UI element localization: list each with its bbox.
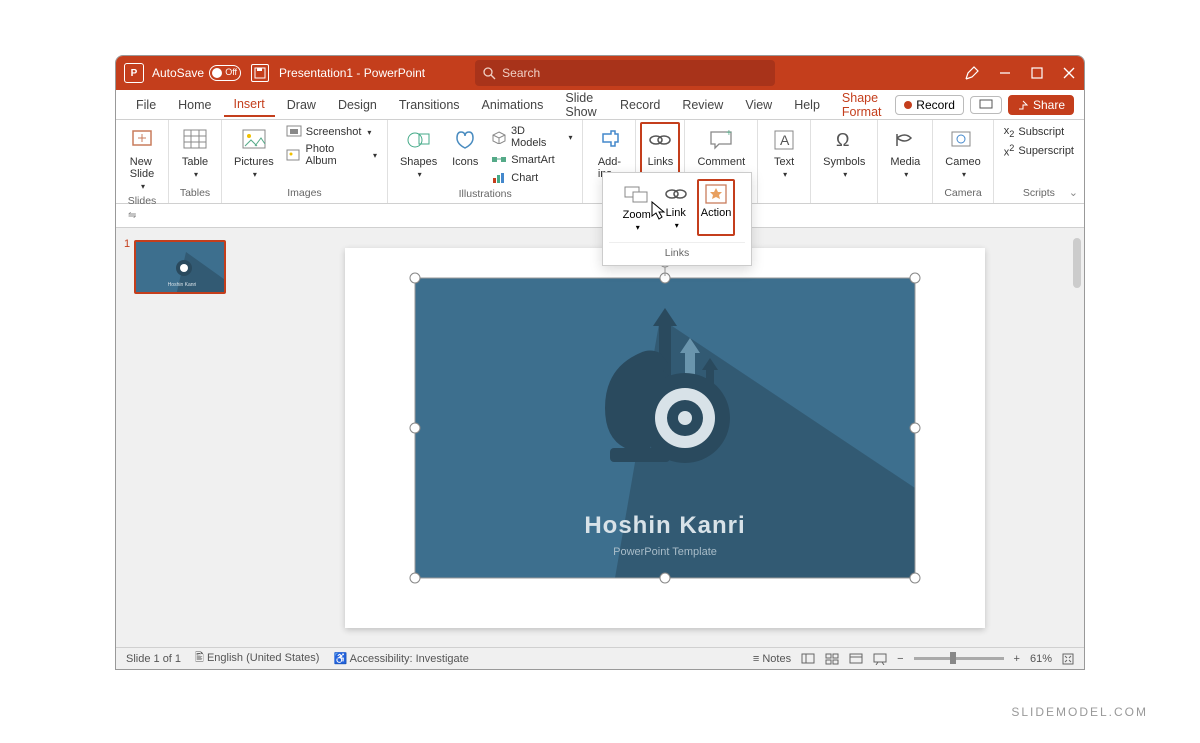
zoom-level[interactable]: 61%: [1030, 653, 1052, 665]
ribbon-collapse-button[interactable]: ⌄: [1069, 186, 1078, 199]
status-bar: Slide 1 of 1 🖺 English (United States) ♿…: [116, 647, 1084, 669]
normal-view-button[interactable]: [801, 653, 815, 665]
tab-draw[interactable]: Draw: [277, 94, 326, 116]
tab-transitions[interactable]: Transitions: [389, 94, 470, 116]
group-text: A Text▾: [758, 120, 811, 203]
zoom-slider[interactable]: [914, 657, 1004, 660]
svg-text:+: +: [726, 128, 732, 139]
zoom-out-button[interactable]: −: [897, 653, 903, 665]
watermark: SLIDEMODEL.COM: [1011, 705, 1148, 719]
close-button[interactable]: [1062, 66, 1076, 80]
svg-text:Hoshin Kanri: Hoshin Kanri: [168, 282, 197, 288]
notes-button[interactable]: ≡ Notes: [753, 653, 791, 665]
photo-album-button[interactable]: Photo Album▾: [284, 142, 379, 168]
tab-home[interactable]: Home: [168, 94, 221, 116]
present-button[interactable]: [970, 96, 1002, 114]
tab-animations[interactable]: Animations: [472, 94, 554, 116]
autosave-label: AutoSave: [152, 66, 204, 80]
screenshot-button[interactable]: Screenshot▾: [284, 124, 379, 140]
slide: Hoshin Kanri PowerPoint Template: [345, 248, 985, 628]
ribbon: New Slide▾ Slides Table▾ Tables Pictures…: [116, 120, 1084, 204]
slide-thumbnail-1[interactable]: Hoshin Kanri: [134, 240, 226, 294]
fit-to-window-button[interactable]: [1062, 653, 1074, 665]
zoom-in-button[interactable]: +: [1014, 653, 1020, 665]
comment-button[interactable]: + Comment: [693, 124, 749, 170]
pictures-button[interactable]: Pictures▾: [230, 124, 278, 181]
dropdown-group-label: Links: [609, 242, 745, 259]
vertical-scrollbar[interactable]: [1072, 238, 1082, 637]
powerpoint-window: P AutoSave Off Presentation1 - PowerPoin…: [115, 55, 1085, 670]
thumbnail-number: 1: [124, 238, 130, 250]
search-box[interactable]: Search: [475, 60, 775, 86]
reading-view-button[interactable]: [849, 653, 863, 665]
group-images: Pictures▾ Screenshot▾ Photo Album▾ Image…: [222, 120, 388, 203]
cameo-button[interactable]: Cameo▾: [941, 124, 984, 181]
group-camera: Cameo▾ Camera: [933, 120, 993, 203]
tab-design[interactable]: Design: [328, 94, 387, 116]
subscript-button[interactable]: x2Subscript: [1002, 124, 1066, 140]
minimize-button[interactable]: [998, 66, 1012, 80]
title-bar: P AutoSave Off Presentation1 - PowerPoin…: [116, 56, 1084, 90]
group-media: Media▾: [878, 120, 933, 203]
accessibility-status[interactable]: ♿ Accessibility: Investigate: [333, 652, 468, 665]
tab-record[interactable]: Record: [610, 94, 670, 116]
new-slide-button[interactable]: New Slide▾: [124, 124, 160, 193]
text-button[interactable]: A Text▾: [766, 124, 802, 181]
tab-view[interactable]: View: [735, 94, 782, 116]
ribbon-tabs: File Home Insert Draw Design Transitions…: [116, 90, 1084, 120]
3d-models-button[interactable]: 3D Models▾: [489, 124, 574, 150]
svg-text:A: A: [780, 132, 790, 148]
selection-handles: [409, 272, 921, 584]
save-button[interactable]: [251, 64, 269, 82]
quick-access-row: ⇋: [116, 204, 1084, 228]
group-illustrations: Shapes▾ Icons 3D Models▾ SmartArt Chart …: [388, 120, 584, 203]
chart-button[interactable]: Chart: [489, 170, 574, 186]
links-dropdown: Zoom▾ Link▾ Action Links: [602, 172, 752, 266]
tab-insert[interactable]: Insert: [224, 93, 275, 117]
group-tables: Table▾ Tables: [169, 120, 222, 203]
thumbnail-panel: 1 Hoshin Kanri: [116, 228, 246, 647]
slide-counter: Slide 1 of 1: [126, 653, 181, 665]
record-button[interactable]: Record: [895, 95, 964, 115]
group-symbols: Ω Symbols▾: [811, 120, 878, 203]
symbols-button[interactable]: Ω Symbols▾: [819, 124, 869, 181]
document-title: Presentation1 - PowerPoint: [279, 66, 425, 80]
slide-canvas-area[interactable]: Hoshin Kanri PowerPoint Template: [246, 228, 1084, 647]
toggle-icon: Off: [209, 65, 241, 81]
action-button[interactable]: Action: [697, 179, 736, 236]
qat-customize-button[interactable]: ⇋: [128, 210, 136, 221]
media-button[interactable]: Media▾: [886, 124, 924, 181]
tab-file[interactable]: File: [126, 94, 166, 116]
table-button[interactable]: Table▾: [177, 124, 213, 181]
pen-icon[interactable]: [964, 65, 980, 81]
smartart-button[interactable]: SmartArt: [489, 152, 574, 168]
group-slides: New Slide▾ Slides: [116, 120, 169, 203]
cursor-icon: [650, 200, 668, 220]
tab-review[interactable]: Review: [672, 94, 733, 116]
autosave-toggle[interactable]: AutoSave Off: [152, 65, 241, 81]
slide-sorter-button[interactable]: [825, 653, 839, 665]
tab-shape-format[interactable]: Shape Format: [832, 87, 893, 123]
tab-slideshow[interactable]: Slide Show: [555, 87, 608, 123]
share-button[interactable]: Share: [1008, 95, 1074, 115]
search-placeholder: Search: [502, 66, 540, 80]
language-status[interactable]: 🖺 English (United States): [195, 649, 319, 668]
search-icon: [483, 67, 496, 80]
tab-help[interactable]: Help: [784, 94, 830, 116]
icons-button[interactable]: Icons: [447, 124, 483, 170]
slideshow-view-button[interactable]: [873, 653, 887, 665]
svg-text:Ω: Ω: [836, 130, 849, 150]
superscript-button[interactable]: x2Superscript: [1002, 142, 1076, 160]
selected-shape[interactable]: Hoshin Kanri PowerPoint Template: [415, 278, 915, 578]
shapes-button[interactable]: Shapes▾: [396, 124, 441, 181]
workspace: 1 Hoshin Kanri: [116, 228, 1084, 647]
maximize-button[interactable]: [1030, 66, 1044, 80]
powerpoint-icon: P: [124, 63, 144, 83]
